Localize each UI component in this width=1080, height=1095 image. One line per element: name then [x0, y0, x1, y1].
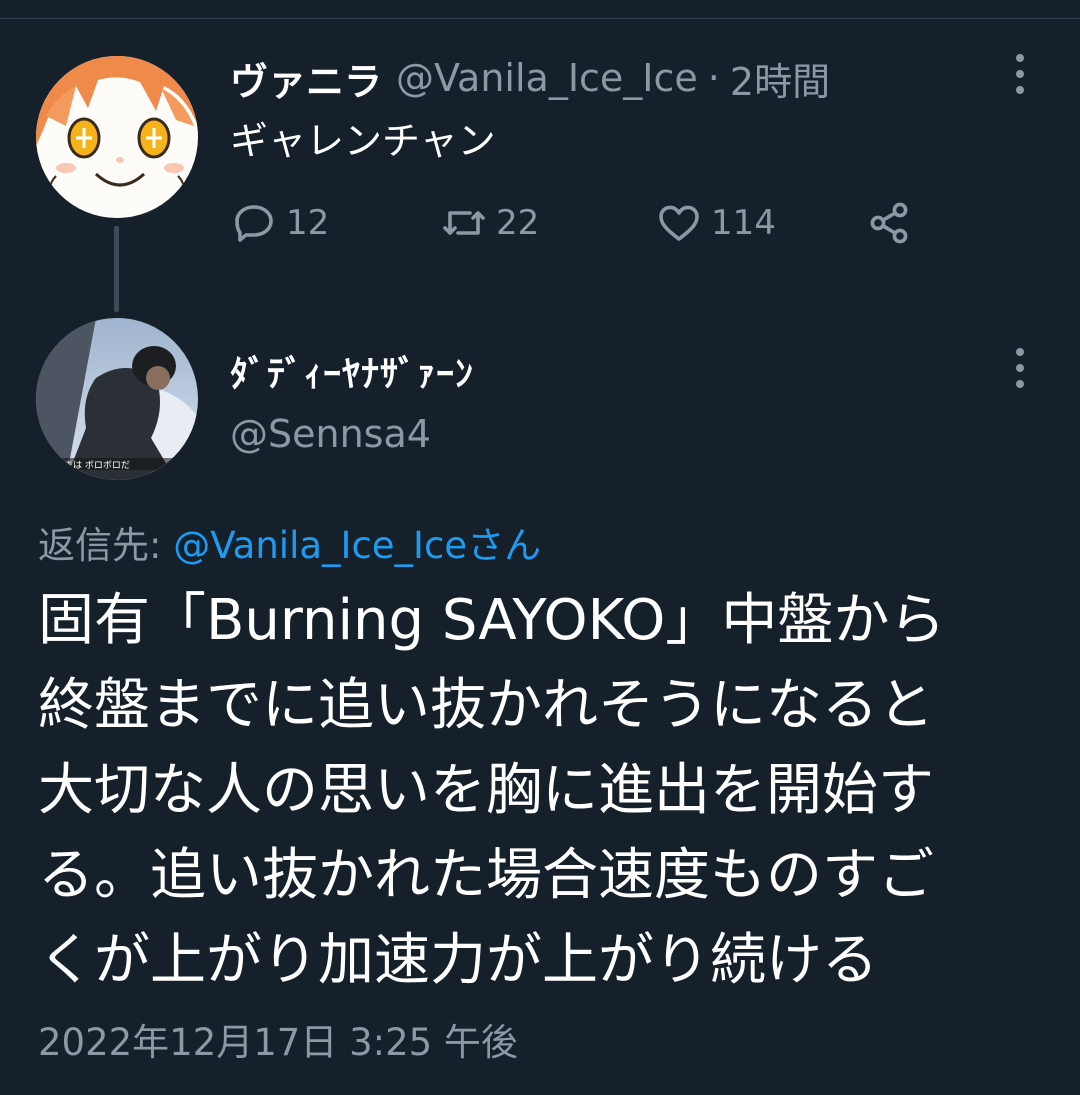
- retweet-button[interactable]: 22: [440, 195, 539, 251]
- main-more-icon[interactable]: [1010, 348, 1030, 388]
- main-tweet-text: 固有「Burning SAYOKO」中盤から 終盤までに追い抜かれそうになると …: [38, 578, 1048, 1003]
- retweet-icon: [443, 211, 485, 235]
- parent-avatar[interactable]: [36, 56, 198, 218]
- parent-tweet-header: ヴァニラ @Vanila_Ice_Ice · 2時間: [230, 52, 830, 104]
- parent-tweet-text: ギャレンチャン: [230, 119, 496, 163]
- tweet-text-line: くが上がり加速力が上がり続ける: [38, 928, 878, 993]
- tweet-text-line: 終盤までに追い抜かれそうになると: [38, 673, 934, 738]
- tweet-timestamp[interactable]: 2022年12月17日 3:25 午後: [38, 1012, 518, 1066]
- share-icon: [870, 202, 908, 244]
- parent-handle[interactable]: @Vanila_Ice_Ice: [396, 56, 698, 100]
- parent-more-icon[interactable]: [1010, 54, 1030, 94]
- parent-action-bar: 12 22 114: [230, 195, 930, 251]
- tweet-text-line: 大切な人の思いを胸に進出を開始す: [38, 758, 934, 823]
- parent-time-ago[interactable]: 2時間: [730, 51, 830, 106]
- svg-text:まは ボロボロだ: まは ボロボロだ: [64, 460, 130, 471]
- thread-connector-line: [114, 226, 119, 312]
- share-button[interactable]: [865, 195, 921, 251]
- retweet-count: 22: [496, 203, 540, 243]
- like-count: 114: [711, 203, 776, 243]
- reply-mention-link[interactable]: @Vanila_Ice_Iceさん: [173, 524, 541, 567]
- speech-bubble-icon: [235, 205, 273, 242]
- tweet-text-line: る。追い抜かれた場合速度ものすご: [38, 843, 934, 908]
- reply-prefix: 返信先:: [38, 524, 174, 567]
- heart-icon: [659, 205, 699, 241]
- parent-display-name[interactable]: ヴァニラ: [230, 51, 382, 106]
- main-avatar[interactable]: まは ボロボロだ: [36, 318, 198, 480]
- main-handle[interactable]: @Sennsa4: [230, 412, 431, 456]
- like-button[interactable]: 114: [655, 195, 776, 251]
- header-separator: ·: [707, 56, 720, 100]
- replying-to: 返信先: @Vanila_Ice_Iceさん: [38, 515, 541, 569]
- reply-count: 12: [286, 203, 330, 243]
- tweet-text-line: 固有「Burning SAYOKO」中盤から: [38, 588, 946, 653]
- top-divider: [0, 0, 1080, 19]
- main-display-name[interactable]: ﾀﾞﾃﾞｨｰﾔﾅｻﾞｧｰﾝ: [230, 345, 474, 397]
- tweet-thread-view: ヴァニラ @Vanila_Ice_Ice · 2時間 ギャレンチャン 12 22…: [0, 0, 1080, 1095]
- reply-button[interactable]: 12: [230, 195, 329, 251]
